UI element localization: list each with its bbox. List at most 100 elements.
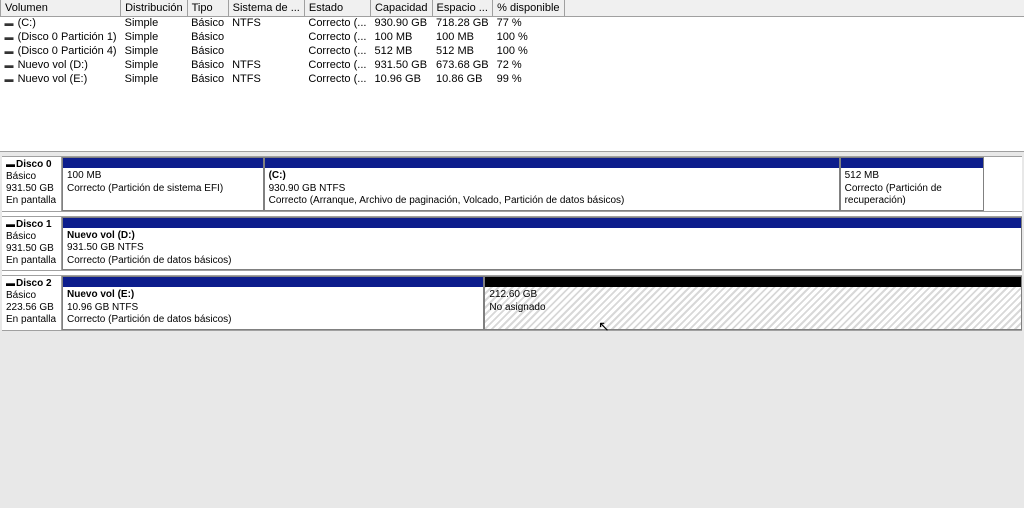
volume-row[interactable]: ▬ (C:) SimpleBásicoNTFSCorrecto (...930.9… (1, 16, 1024, 30)
disk-name: Disco 2 (16, 278, 52, 289)
partition-body: Nuevo vol (D:)931.50 GB NTFSCorrecto (Pa… (63, 228, 1021, 270)
volume-name: Nuevo vol (D:) (18, 59, 88, 71)
disk-info[interactable]: ▬Disco 1Básico931.50 GBEn pantalla (2, 217, 62, 271)
volume-icon: ▬ (5, 18, 15, 28)
disk-name: Disco 0 (16, 159, 52, 170)
disk-row: ▬Disco 0Básico931.50 GBEn pantalla100 MB… (2, 156, 1022, 212)
volume-row[interactable]: ▬ Nuevo vol (E:)SimpleBásicoNTFSCorrecto… (1, 72, 1024, 86)
partition-body: 512 MBCorrecto (Partición de recuperació… (841, 168, 983, 210)
partition-sub: 930.90 GB NTFS (269, 183, 835, 196)
partition-body: 100 MBCorrecto (Partición de sistema EFI… (63, 168, 263, 210)
partitions: Nuevo vol (E:)10.96 GB NTFSCorrecto (Par… (62, 276, 1022, 330)
partition-sub: 212.60 GB (489, 289, 1017, 302)
volume-state: Correcto (... (304, 44, 370, 58)
volume-tipo: Básico (187, 58, 228, 72)
volume-list-panel: Volumen Distribución Tipo Sistema de ...… (0, 0, 1024, 152)
disk-type: Básico (6, 171, 57, 183)
disk-state: En pantalla (6, 314, 57, 326)
disk-icon: ▬ (6, 219, 16, 230)
disk-size: 931.50 GB (6, 183, 57, 195)
volume-fs: NTFS (228, 16, 304, 30)
disk-info[interactable]: ▬Disco 0Básico931.50 GBEn pantalla (2, 157, 62, 211)
partition[interactable]: Nuevo vol (E:)10.96 GB NTFSCorrecto (Par… (62, 276, 484, 330)
partition[interactable]: 512 MBCorrecto (Partición de recuperació… (840, 157, 984, 211)
volume-dist: Simple (121, 16, 187, 30)
partition-status: Correcto (Partición de sistema EFI) (67, 183, 259, 196)
partition-status: Correcto (Partición de datos básicos) (67, 314, 479, 327)
volume-dist: Simple (121, 72, 187, 86)
volume-header-row[interactable]: Volumen Distribución Tipo Sistema de ...… (1, 0, 1024, 16)
volume-name: (C:) (18, 17, 36, 29)
volume-cap: 10.96 GB (370, 72, 432, 86)
partition-title: Nuevo vol (E:) (67, 289, 479, 302)
partition[interactable]: (C:)930.90 GB NTFSCorrecto (Arranque, Ar… (264, 157, 840, 211)
partition-bar (63, 158, 263, 168)
volume-pct: 100 % (493, 44, 564, 58)
volume-icon: ▬ (5, 60, 15, 70)
partition-status: Correcto (Partición de recuperación) (845, 183, 979, 208)
disk-state: En pantalla (6, 195, 57, 207)
col-volumen[interactable]: Volumen (1, 0, 121, 16)
volume-cap: 930.90 GB (370, 16, 432, 30)
partition-bar (63, 218, 1021, 228)
col-espacio[interactable]: Espacio ... (432, 0, 493, 16)
disk-type: Básico (6, 290, 57, 302)
col-estado[interactable]: Estado (304, 0, 370, 16)
volume-state: Correcto (... (304, 30, 370, 44)
partitions: Nuevo vol (D:)931.50 GB NTFSCorrecto (Pa… (62, 217, 1022, 271)
volume-free: 512 MB (432, 44, 493, 58)
volume-tipo: Básico (187, 44, 228, 58)
volume-tipo: Básico (187, 16, 228, 30)
volume-cap: 100 MB (370, 30, 432, 44)
partition-status: No asignado (489, 302, 1017, 315)
volume-state: Correcto (... (304, 72, 370, 86)
disk-map-panel: ▬Disco 0Básico931.50 GBEn pantalla100 MB… (2, 156, 1022, 331)
partition-bar (841, 158, 983, 168)
partition[interactable]: Nuevo vol (D:)931.50 GB NTFSCorrecto (Pa… (62, 217, 1022, 271)
volume-fs: NTFS (228, 58, 304, 72)
partition-sub: 10.96 GB NTFS (67, 302, 479, 315)
partition-sub: 100 MB (67, 170, 259, 183)
volume-tipo: Básico (187, 30, 228, 44)
volume-fs (228, 30, 304, 44)
partition-body: 212.60 GBNo asignado (485, 287, 1021, 329)
volume-name: (Disco 0 Partición 1) (18, 31, 117, 43)
volume-cap: 931.50 GB (370, 58, 432, 72)
col-distribucion[interactable]: Distribución (121, 0, 187, 16)
volume-table[interactable]: Volumen Distribución Tipo Sistema de ...… (0, 0, 1024, 86)
partition-body: (C:)930.90 GB NTFSCorrecto (Arranque, Ar… (265, 168, 839, 210)
volume-state: Correcto (... (304, 58, 370, 72)
volume-dist: Simple (121, 30, 187, 44)
partition-sub: 931.50 GB NTFS (67, 242, 1017, 255)
col-pct[interactable]: % disponible (493, 0, 564, 16)
disk-type: Básico (6, 231, 57, 243)
partition-status: Correcto (Arranque, Archivo de paginació… (269, 195, 835, 208)
volume-row[interactable]: ▬ Nuevo vol (D:) SimpleBásicoNTFSCorrecto… (1, 58, 1024, 72)
volume-tipo: Básico (187, 72, 228, 86)
volume-row[interactable]: ▬ (Disco 0 Partición 1)SimpleBásicoCorre… (1, 30, 1024, 44)
volume-dist: Simple (121, 44, 187, 58)
volume-pct: 77 % (493, 16, 564, 30)
partition-title: (C:) (269, 170, 835, 183)
partition-body: Nuevo vol (E:)10.96 GB NTFSCorrecto (Par… (63, 287, 483, 329)
col-tipo[interactable]: Tipo (187, 0, 228, 16)
volume-free: 100 MB (432, 30, 493, 44)
volume-row[interactable]: ▬ (Disco 0 Partición 4)SimpleBásicoCorre… (1, 44, 1024, 58)
volume-pct: 100 % (493, 30, 564, 44)
col-sistema[interactable]: Sistema de ... (228, 0, 304, 16)
partition[interactable]: 100 MBCorrecto (Partición de sistema EFI… (62, 157, 264, 211)
partition-unallocated[interactable]: 212.60 GBNo asignado (484, 276, 1022, 330)
volume-fs: NTFS (228, 72, 304, 86)
volume-name: Nuevo vol (E:) (18, 73, 88, 85)
partitions: 100 MBCorrecto (Partición de sistema EFI… (62, 157, 1022, 211)
disk-state: En pantalla (6, 255, 57, 267)
volume-cap: 512 MB (370, 44, 432, 58)
col-capacidad[interactable]: Capacidad (370, 0, 432, 16)
partition-title: Nuevo vol (D:) (67, 230, 1017, 243)
disk-info[interactable]: ▬Disco 2Básico223.56 GBEn pantalla (2, 276, 62, 330)
volume-dist: Simple (121, 58, 187, 72)
partition-bar (265, 158, 839, 168)
partition-sub: 512 MB (845, 170, 979, 183)
disk-size: 931.50 GB (6, 243, 57, 255)
volume-state: Correcto (... (304, 16, 370, 30)
